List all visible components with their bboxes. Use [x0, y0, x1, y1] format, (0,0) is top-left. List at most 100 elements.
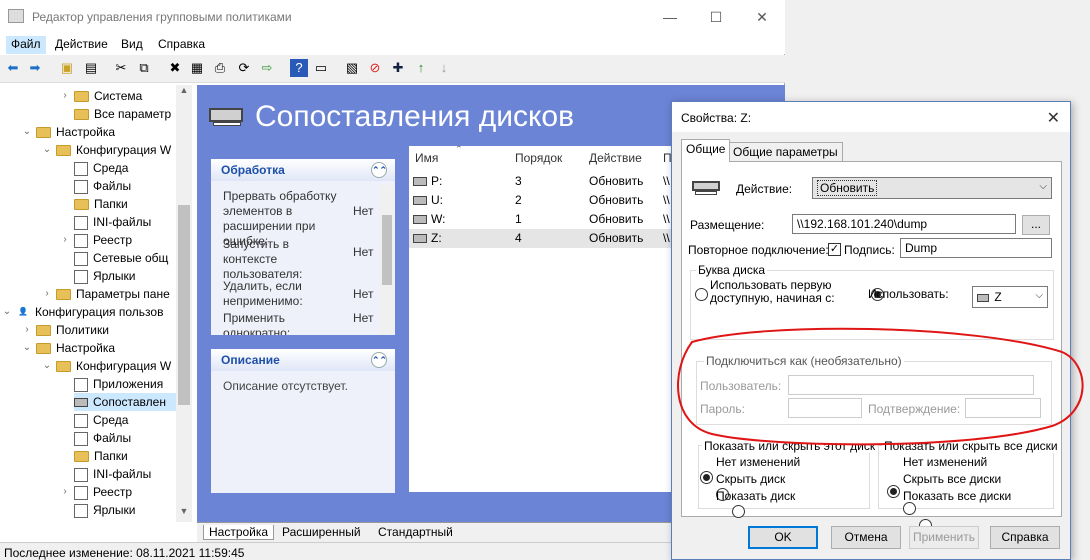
tree-item[interactable]: ⌄ 👤 Конфигурация пользов [3, 303, 190, 321]
tree-item[interactable]: Ярлыки [74, 501, 190, 519]
radio-drive_options-2[interactable] [732, 504, 745, 518]
tree-item[interactable]: Папки [74, 195, 190, 213]
tab-extended[interactable]: Расширенный [277, 525, 366, 539]
tree-item[interactable]: Файлы [74, 177, 190, 195]
add-icon[interactable]: ✚ [389, 59, 407, 77]
tab-common[interactable]: Общие параметры [728, 142, 843, 162]
copy-icon[interactable]: ⧉ [135, 59, 153, 77]
tree-item[interactable]: › Политики [25, 321, 190, 339]
processing-header[interactable]: Обработка ⌃⌃ [211, 159, 395, 181]
up-folder-icon[interactable]: ▣ [58, 59, 76, 77]
reconnect-checkbox[interactable]: ✓ [828, 243, 841, 256]
cancel-button[interactable]: Отмена [831, 526, 901, 549]
close-icon[interactable]: ✕ [739, 0, 785, 34]
maximize-icon[interactable]: ☐ [693, 0, 739, 34]
tree-scroll-thumb[interactable] [178, 205, 190, 405]
chevron-right-icon[interactable]: › [42, 285, 52, 303]
chevron-right-icon[interactable]: › [60, 87, 70, 105]
folder-icon [74, 451, 89, 463]
tab-preferences[interactable]: Настройка [203, 525, 275, 540]
console-icon[interactable]: ▭ [312, 59, 330, 77]
move-up-icon[interactable]: ↑ [412, 59, 430, 77]
chevron-down-icon[interactable]: ⌄ [42, 357, 52, 375]
delete-icon[interactable]: ✖ [166, 59, 184, 77]
tree-item-label: Реестр [93, 485, 132, 499]
tree-item[interactable]: ⌄ Конфигурация W [43, 357, 190, 375]
move-down-icon[interactable]: ↓ [435, 59, 453, 77]
browse-button[interactable]: ... [1022, 215, 1050, 235]
apply-button[interactable]: Применить [909, 526, 979, 549]
tree-item[interactable]: Сопоставлен [74, 393, 190, 411]
menu-action[interactable]: Действие [50, 36, 113, 54]
refresh-icon[interactable]: ⟳ [235, 59, 253, 77]
tab-standard[interactable]: Стандартный [373, 525, 458, 539]
tree-item[interactable]: Сетевые общ [74, 249, 190, 267]
export-icon[interactable]: ⇨ [258, 59, 276, 77]
ok-button[interactable]: OK [748, 526, 818, 549]
collapse-processing-icon[interactable]: ⌃⌃ [371, 162, 387, 178]
tree-item[interactable]: Ярлыки [74, 267, 190, 285]
tree-item[interactable]: INI-файлы [74, 465, 190, 483]
tree-item[interactable]: Приложения [74, 375, 190, 393]
description-header[interactable]: Описание ⌃⌃ [211, 349, 395, 371]
chevron-right-icon[interactable]: › [22, 321, 32, 339]
radio-drive_options-0[interactable] [700, 470, 713, 484]
chevron-right-icon[interactable]: › [60, 483, 70, 501]
forward-icon[interactable]: ➡ [26, 59, 44, 77]
cut-icon[interactable]: ✂ [112, 59, 130, 77]
list-row[interactable]: Z: 4 Обновить \\ [409, 229, 671, 248]
tree-item[interactable]: INI-файлы [74, 213, 190, 231]
tree-item[interactable]: Среда [74, 411, 190, 429]
page-icon[interactable]: ▧ [343, 59, 361, 77]
help-icon[interactable]: ? [290, 59, 308, 77]
back-icon[interactable]: ⬅ [4, 59, 22, 77]
user-icon: 👤 [16, 305, 30, 320]
tree-item[interactable]: ⌄ Конфигурация W [43, 141, 190, 159]
radio-all_options-1[interactable] [903, 501, 916, 515]
menu-view[interactable]: Вид [116, 36, 148, 54]
print-icon[interactable]: ⎙ [211, 59, 229, 77]
tree-item[interactable]: › Реестр [63, 483, 190, 501]
tab-general[interactable]: Общие [681, 139, 731, 162]
location-field[interactable]: \\192.168.101.240\dump [792, 214, 1016, 234]
stop-icon[interactable]: ⊘ [366, 59, 384, 77]
chevron-down-icon[interactable]: ⌄ [2, 303, 12, 321]
tree-item[interactable]: ⌄ Настройка [23, 123, 190, 141]
chevron-down-icon[interactable]: ⌄ [22, 339, 32, 357]
menu-file[interactable]: Файл [6, 36, 46, 54]
tree-scrollbar[interactable]: ▲ ▼ [176, 85, 192, 522]
window-title: Редактор управления групповыми политикам… [32, 10, 292, 24]
menu-help[interactable]: Справка [153, 36, 210, 54]
dialog-close-icon[interactable]: ✕ [1047, 108, 1060, 128]
tree-item[interactable]: Папки [74, 447, 190, 465]
radio-all_options-0[interactable] [887, 484, 900, 498]
help-button[interactable]: Справка [990, 526, 1060, 549]
list-cell-extra: \\ [663, 174, 670, 188]
tree-item-label: Политики [56, 323, 109, 337]
tree-item[interactable]: Файлы [74, 429, 190, 447]
col-action[interactable]: Действие [589, 151, 642, 165]
col-name[interactable]: Имя [415, 151, 438, 165]
list-row[interactable]: W: 1 Обновить \\ [409, 210, 671, 229]
col-order[interactable]: Порядок [515, 151, 562, 165]
tree-item[interactable]: ⌄ Настройка [23, 339, 190, 357]
minimize-icon[interactable]: — [647, 0, 693, 34]
drive-letter-select[interactable]: Z ⌵ [972, 286, 1048, 308]
tree-item[interactable]: Среда [74, 159, 190, 177]
list-row[interactable]: P: 3 Обновить \\ [409, 172, 671, 191]
tree-item[interactable]: › Параметры пане [45, 285, 190, 303]
show-tree-icon[interactable]: ▤ [82, 59, 100, 77]
chevron-right-icon[interactable]: › [60, 231, 70, 249]
processing-scrollbar[interactable] [379, 185, 395, 335]
chevron-down-icon[interactable]: ⌄ [42, 141, 52, 159]
list-cell-order: 2 [515, 193, 522, 207]
properties-icon[interactable]: ▦ [188, 59, 206, 77]
label-field[interactable]: Dump [900, 238, 1052, 258]
action-select[interactable]: Обновить ⌵ [812, 177, 1052, 199]
collapse-description-icon[interactable]: ⌃⌃ [371, 352, 387, 368]
tree-item[interactable]: › Реестр [63, 231, 190, 249]
tree-item[interactable]: › Система [63, 87, 190, 105]
chevron-down-icon[interactable]: ⌄ [22, 123, 32, 141]
tree-item[interactable]: Все параметр [74, 105, 190, 123]
list-row[interactable]: U: 2 Обновить \\ [409, 191, 671, 210]
